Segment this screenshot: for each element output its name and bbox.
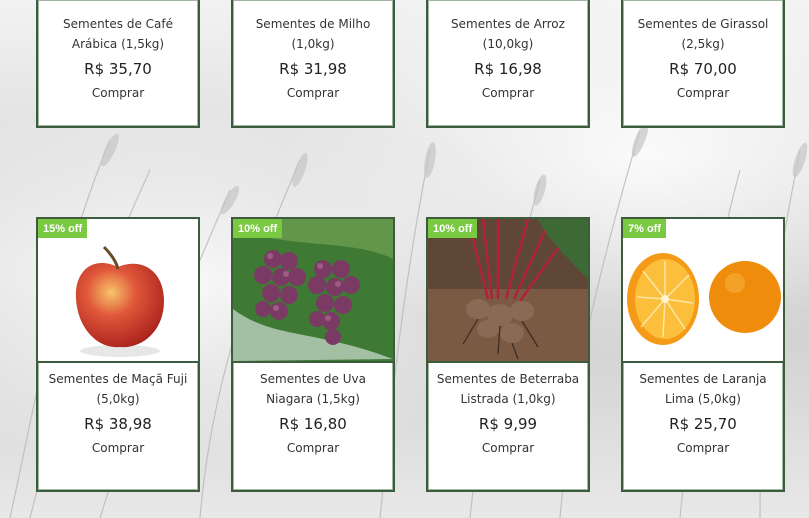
beets-image (428, 219, 588, 361)
buy-button[interactable]: Comprar (629, 441, 777, 455)
discount-badge: 10% off (233, 219, 283, 238)
product-price: R$ 25,70 (669, 415, 737, 433)
product-name: Sementes de Uva Niagara (1,5kg) (260, 372, 366, 406)
product-name: Sementes de Beterraba Listrada (1,0kg) (436, 372, 580, 406)
product-card: 10% off Sementes de Uva Niagara (1,5kg) … (231, 217, 395, 492)
product-price: R$ 70,00 (669, 60, 737, 78)
product-price: R$ 16,80 (279, 415, 347, 433)
discount-badge: 7% off (623, 219, 666, 238)
product-card: Sementes de Milho (1,0kg) R$ 31,98 Compr… (231, 0, 395, 128)
product-card: Sementes de Arroz (10,0kg) R$ 16,98 Comp… (426, 0, 590, 128)
product-card: Sementes de Girassol (2,5kg) R$ 70,00 Co… (621, 0, 785, 128)
product-price: R$ 31,98 (279, 60, 347, 78)
buy-button[interactable]: Comprar (44, 86, 192, 100)
product-name: Sementes de Arroz (10,0kg) (451, 17, 565, 51)
product-card: 7% off Sementes de Laranja Lima (5,0kg) … (621, 217, 785, 492)
buy-button[interactable]: Comprar (629, 86, 777, 100)
product-price: R$ 38,98 (84, 415, 152, 433)
product-name: Sementes de Girassol (2,5kg) (637, 17, 769, 51)
product-name: Sementes de Milho (1,0kg) (255, 17, 371, 51)
product-image[interactable]: 10% off (233, 219, 393, 363)
product-name: Sementes de Café Arábica (1,5kg) (63, 17, 173, 51)
product-image[interactable]: 15% off (38, 219, 198, 363)
product-price: R$ 35,70 (84, 60, 152, 78)
product-card: 15% off Sementes de Maçã Fuji (5,0kg) R$… (36, 217, 200, 492)
product-price: R$ 9,99 (478, 415, 538, 433)
buy-button[interactable]: Comprar (434, 86, 582, 100)
buy-button[interactable]: Comprar (44, 441, 192, 455)
product-price: R$ 16,98 (474, 60, 542, 78)
product-card: 10% off Sementes de Beterraba Listrada (… (426, 217, 590, 492)
product-image[interactable]: 10% off (428, 219, 588, 363)
product-image[interactable]: 7% off (623, 219, 783, 363)
buy-button[interactable]: Comprar (239, 441, 387, 455)
buy-button[interactable]: Comprar (434, 441, 582, 455)
discount-badge: 15% off (38, 219, 88, 238)
oranges-image (627, 253, 781, 345)
grapes-image (233, 219, 393, 361)
product-card: Sementes de Café Arábica (1,5kg) R$ 35,7… (36, 0, 200, 128)
discount-badge: 10% off (428, 219, 478, 238)
buy-button[interactable]: Comprar (239, 86, 387, 100)
product-name: Sementes de Laranja Lima (5,0kg) (639, 372, 767, 406)
product-name: Sementes de Maçã Fuji (5,0kg) (48, 372, 188, 406)
apple-image (75, 245, 164, 357)
